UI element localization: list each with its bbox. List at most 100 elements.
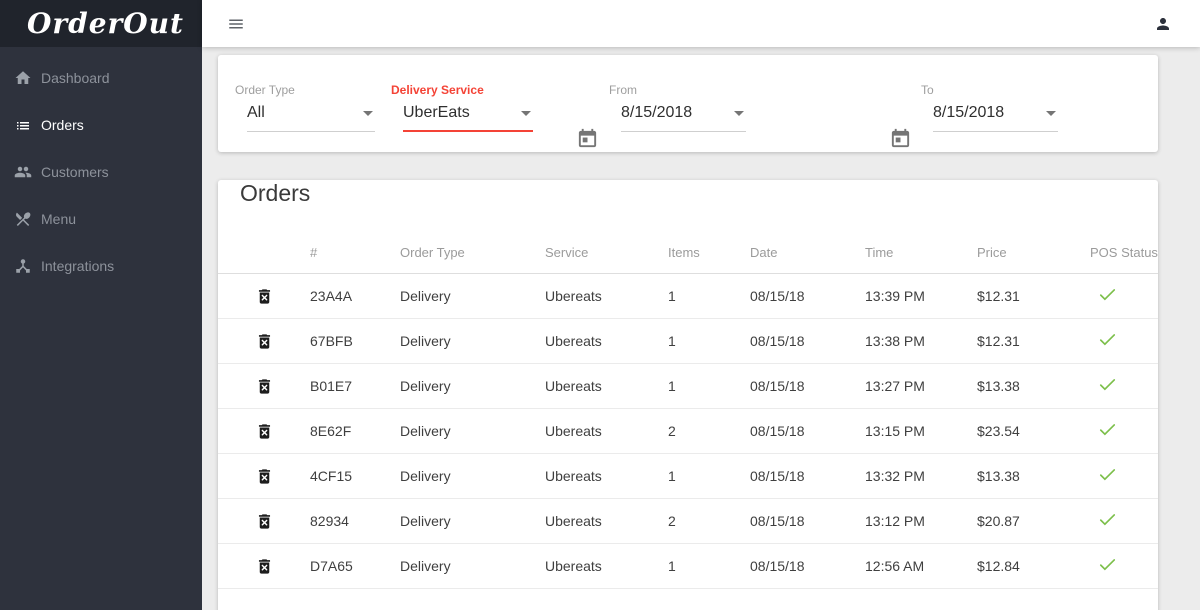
- delete-order-button[interactable]: [255, 556, 274, 577]
- people-icon: [14, 163, 32, 181]
- col-header-time: Time: [865, 245, 894, 260]
- sidebar-item-label: Orders: [41, 116, 84, 133]
- chevron-down-icon: [521, 110, 531, 116]
- green-checkmark-icon: [1098, 334, 1117, 350]
- chevron-down-icon: [734, 110, 744, 116]
- account-button[interactable]: [1154, 15, 1172, 33]
- delete-trash-icon: [258, 333, 270, 349]
- chevron-down-icon: [1046, 110, 1056, 116]
- sidebar-item-orders[interactable]: Orders: [0, 101, 202, 148]
- green-checkmark-icon: [1098, 514, 1117, 530]
- price-cell: $12.84: [977, 558, 1020, 574]
- date-cell: 08/15/18: [750, 558, 805, 574]
- green-checkmark-icon: [1098, 559, 1117, 575]
- calendar-icon: [578, 128, 597, 148]
- delete-trash-icon: [258, 423, 270, 439]
- time-cell: 13:32 PM: [865, 468, 925, 484]
- sidebar-item-integrations[interactable]: Integrations: [0, 242, 202, 289]
- home-icon: [14, 69, 32, 87]
- to-date-filter: To 8/15/2018: [921, 83, 1058, 132]
- order-type-cell: Delivery: [400, 378, 451, 394]
- sidebar-item-label: Menu: [41, 210, 77, 227]
- time-cell: 13:38 PM: [865, 333, 925, 349]
- order-type-cell: Delivery: [400, 558, 451, 574]
- col-header-order-type: Order Type: [400, 245, 465, 260]
- person-icon: [1157, 17, 1169, 30]
- order-type-cell: Delivery: [400, 288, 451, 304]
- items-cell: 1: [668, 558, 676, 574]
- delete-order-button[interactable]: [255, 511, 274, 532]
- table-row: 4CF15 Delivery Ubereats 1 08/15/18 13:32…: [218, 454, 1158, 499]
- pos-status-cell: [1090, 377, 1158, 395]
- delete-order-button[interactable]: [255, 331, 274, 352]
- order-id-cell: 4CF15: [310, 468, 353, 484]
- delete-trash-icon: [258, 468, 270, 484]
- service-cell: Ubereats: [545, 423, 602, 439]
- time-cell: 13:27 PM: [865, 378, 925, 394]
- delivery-service-select[interactable]: UberEats: [403, 97, 533, 132]
- table-row: 82934 Delivery Ubereats 2 08/15/18 13:12…: [218, 499, 1158, 544]
- service-cell: Ubereats: [545, 288, 602, 304]
- hub-icon: [14, 257, 32, 275]
- from-date-label: From: [609, 83, 637, 97]
- delete-order-button[interactable]: [255, 421, 274, 442]
- date-cell: 08/15/18: [750, 423, 805, 439]
- pos-status-cell: [1090, 512, 1158, 530]
- order-type-filter: Order Type All: [235, 83, 375, 132]
- table-row: 67BFB Delivery Ubereats 1 08/15/18 13:38…: [218, 319, 1158, 364]
- order-id-cell: 8E62F: [310, 423, 352, 439]
- green-checkmark-icon: [1098, 469, 1117, 485]
- topbar: [202, 0, 1200, 47]
- price-cell: $13.38: [977, 468, 1020, 484]
- delete-order-button[interactable]: [255, 286, 274, 307]
- delete-trash-icon: [258, 513, 270, 529]
- service-cell: Ubereats: [545, 333, 602, 349]
- sidebar-item-label: Integrations: [41, 257, 115, 274]
- to-date-picker-button[interactable]: [889, 127, 912, 150]
- sidebar-item-dashboard[interactable]: Dashboard: [0, 54, 202, 101]
- sidebar-item-customers[interactable]: Customers: [0, 148, 202, 195]
- table-row: 23A4A Delivery Ubereats 1 08/15/18 13:39…: [218, 274, 1158, 319]
- chevron-down-icon: [363, 110, 373, 116]
- pos-status-cell: [1090, 287, 1158, 305]
- delete-order-button[interactable]: [255, 466, 274, 487]
- hamburger-menu-button[interactable]: [227, 15, 245, 33]
- order-id-cell: B01E7: [310, 378, 353, 394]
- col-header-service: Service: [545, 245, 589, 260]
- items-cell: 1: [668, 288, 676, 304]
- delete-order-button[interactable]: [255, 376, 274, 397]
- to-date-label: To: [921, 83, 934, 97]
- order-type-select[interactable]: All: [247, 97, 375, 132]
- sidebar-item-menu[interactable]: Menu: [0, 195, 202, 242]
- order-type-cell: Delivery: [400, 333, 451, 349]
- order-type-cell: Delivery: [400, 468, 451, 484]
- green-checkmark-icon: [1098, 289, 1117, 305]
- table-row: 8E62F Delivery Ubereats 2 08/15/18 13:15…: [218, 409, 1158, 454]
- restaurant-menu-icon: [14, 210, 32, 228]
- col-header-id: #: [310, 245, 318, 260]
- app-logo: OrderOut: [0, 0, 202, 47]
- calendar-icon: [891, 128, 910, 148]
- from-date-select[interactable]: 8/15/2018: [621, 97, 746, 132]
- time-cell: 13:39 PM: [865, 288, 925, 304]
- price-cell: $23.54: [977, 423, 1020, 439]
- to-date-select[interactable]: 8/15/2018: [933, 97, 1058, 132]
- price-cell: $12.31: [977, 333, 1020, 349]
- from-date-filter: From 8/15/2018: [609, 83, 746, 132]
- service-cell: Ubereats: [545, 468, 602, 484]
- service-cell: Ubereats: [545, 558, 602, 574]
- from-date-value: 8/15/2018: [621, 104, 693, 121]
- price-cell: $20.87: [977, 513, 1020, 529]
- from-date-picker-button[interactable]: [576, 127, 599, 150]
- items-cell: 2: [668, 513, 676, 529]
- pos-status-cell: [1090, 422, 1158, 440]
- time-cell: 12:56 AM: [865, 558, 925, 574]
- table-row: D7A65 Delivery Ubereats 1 08/15/18 12:56…: [218, 544, 1158, 589]
- items-cell: 1: [668, 468, 676, 484]
- order-type-value: All: [247, 104, 265, 121]
- col-header-price: Price: [977, 245, 1007, 260]
- col-header-items: Items: [668, 245, 700, 260]
- order-id-cell: 82934: [310, 513, 349, 529]
- date-cell: 08/15/18: [750, 468, 805, 484]
- order-id-cell: 23A4A: [310, 288, 353, 304]
